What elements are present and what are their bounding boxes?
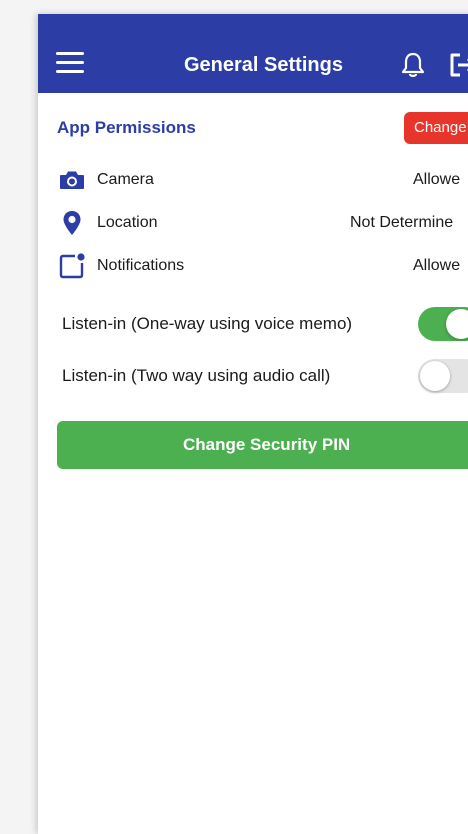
app-screen: General Settings App Permissions Change …	[38, 14, 468, 834]
page-title: General Settings	[184, 54, 343, 76]
permission-row-location: Location Not Determine	[38, 209, 468, 239]
camera-icon	[58, 166, 86, 194]
permission-row-notifications: Notifications Allowe	[38, 252, 468, 282]
permission-status: Not Determine	[350, 214, 454, 231]
permission-status: Allowe	[413, 257, 461, 274]
hamburger-menu-icon[interactable]	[56, 52, 84, 74]
permission-label: Location	[97, 214, 158, 231]
listen-in-two-way-toggle[interactable]	[418, 359, 468, 393]
app-permissions-title: App Permissions	[57, 118, 196, 137]
permission-label: Camera	[97, 171, 154, 188]
permission-label: Notifications	[97, 257, 185, 274]
location-pin-icon	[58, 209, 86, 237]
notification-badge-icon	[58, 252, 86, 280]
change-security-pin-button[interactable]: Change Security PIN	[57, 421, 468, 469]
listen-in-two-way-label: Listen-in (Two way using audio call)	[62, 366, 331, 385]
toggle-knob	[446, 309, 468, 339]
app-bar: General Settings	[38, 14, 468, 93]
permission-row-camera: Camera Allowe	[38, 166, 468, 196]
listen-in-one-way-toggle[interactable]	[418, 307, 468, 341]
permission-status: Allowe	[413, 171, 461, 188]
bell-icon[interactable]	[398, 50, 428, 80]
logout-icon[interactable]	[448, 52, 468, 78]
listen-in-one-way-label: Listen-in (One-way using voice memo)	[62, 314, 353, 333]
change-permissions-button[interactable]: Change	[404, 112, 468, 144]
toggle-knob	[420, 361, 450, 391]
